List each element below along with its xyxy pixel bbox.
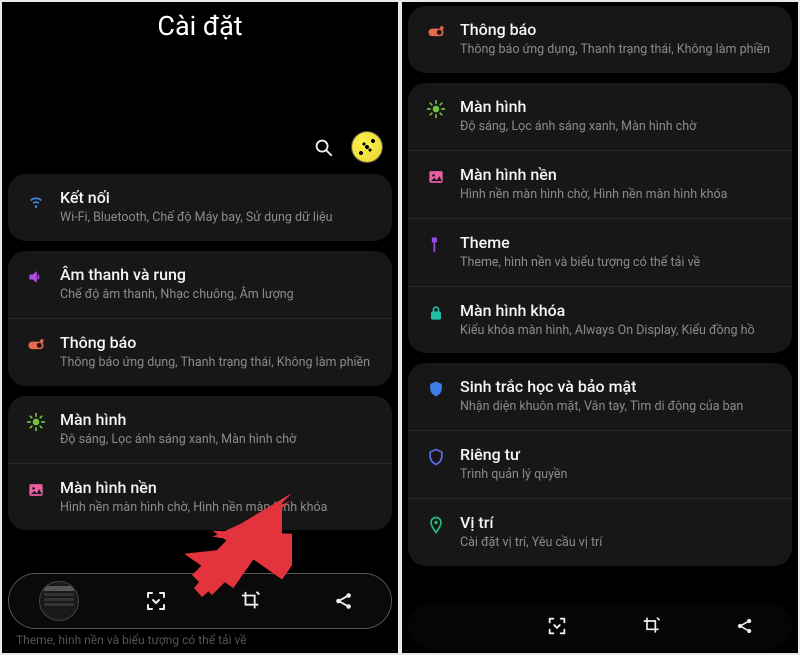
speaker-icon bbox=[22, 267, 50, 287]
toggle-icon bbox=[22, 335, 50, 355]
item-subtitle: Độ sáng, Lọc ánh sáng xanh, Màn hình chờ bbox=[60, 432, 376, 449]
brush-icon bbox=[422, 235, 450, 255]
wifi-icon bbox=[22, 190, 50, 210]
search-button[interactable] bbox=[312, 136, 334, 158]
item-subtitle: Hình nền màn hình chờ, Hình nền màn hình… bbox=[460, 187, 776, 204]
image-icon bbox=[422, 167, 450, 187]
settings-screen-left: Cài đặt Kết nối Wi-Fi, Bluetooth, Chế độ … bbox=[2, 2, 398, 653]
settings-group: Kết nối Wi-Fi, Bluetooth, Chế độ Máy bay,… bbox=[8, 174, 392, 241]
settings-item-notifications[interactable]: Thông báo Thông báo ứng dụng, Thanh trạng… bbox=[8, 319, 392, 386]
crop-button[interactable] bbox=[234, 584, 268, 618]
item-title: Màn hình nền bbox=[460, 165, 776, 184]
settings-item-display[interactable]: Màn hình Độ sáng, Lọc ánh sáng xanh, Màn … bbox=[408, 83, 792, 151]
item-title: Sinh trắc học và bảo mật bbox=[460, 377, 776, 396]
item-subtitle: Wi-Fi, Bluetooth, Chế độ Máy bay, Sử dụn… bbox=[60, 210, 376, 227]
screenshot-toolbar bbox=[408, 603, 792, 649]
shield-icon bbox=[422, 379, 450, 399]
item-subtitle: Kiểu khóa màn hình, Always On Display, K… bbox=[460, 323, 776, 340]
settings-item-theme[interactable]: Theme Theme, hình nền và biểu tượng có th… bbox=[408, 219, 792, 287]
lock-icon bbox=[422, 303, 450, 323]
settings-item-biometrics[interactable]: Sinh trắc học và bảo mật Nhận diện khuôn … bbox=[408, 363, 792, 431]
settings-item-sound[interactable]: Âm thanh và rung Chế độ âm thanh, Nhạc ch… bbox=[8, 251, 392, 319]
scroll-capture-button[interactable] bbox=[138, 583, 174, 619]
item-subtitle: Độ sáng, Lọc ánh sáng xanh, Màn hình chờ bbox=[460, 119, 776, 136]
settings-item-display[interactable]: Màn hình Độ sáng, Lọc ánh sáng xanh, Màn … bbox=[8, 396, 392, 464]
settings-group: Sinh trắc học và bảo mật Nhận diện khuôn … bbox=[408, 363, 792, 566]
screenshot-toolbar bbox=[8, 573, 392, 629]
header-actions bbox=[2, 132, 398, 162]
item-subtitle: Nhận diện khuôn mặt, Vân tay, Tìm di độn… bbox=[460, 399, 776, 416]
partial-row-text: Theme, hình nền và biểu tượng có thể tải… bbox=[16, 633, 384, 647]
item-subtitle: Chế độ âm thanh, Nhạc chuông, Âm lượng bbox=[60, 287, 376, 304]
share-button[interactable] bbox=[729, 610, 761, 642]
settings-group: Thông báo Thông báo ứng dụng, Thanh trạng… bbox=[408, 6, 792, 73]
item-subtitle: Thông báo ứng dụng, Thanh trạng thái, Kh… bbox=[460, 42, 776, 59]
account-avatar[interactable] bbox=[352, 132, 382, 162]
item-title: Vị trí bbox=[460, 513, 776, 532]
item-subtitle: Hình nền màn hình chờ, Hình nền màn hình… bbox=[60, 500, 376, 517]
share-button[interactable] bbox=[327, 584, 361, 618]
settings-group: Màn hình Độ sáng, Lọc ánh sáng xanh, Màn … bbox=[408, 83, 792, 354]
item-title: Màn hình khóa bbox=[460, 301, 776, 320]
settings-item-lockscreen[interactable]: Màn hình khóa Kiểu khóa màn hình, Always … bbox=[408, 287, 792, 354]
settings-screen-right: Thông báo Thông báo ứng dụng, Thanh trạng… bbox=[402, 2, 798, 653]
item-subtitle: Cài đặt vị trí, Yêu cầu vị trí bbox=[460, 535, 776, 552]
settings-item-notifications[interactable]: Thông báo Thông báo ứng dụng, Thanh trạng… bbox=[408, 6, 792, 73]
item-title: Kết nối bbox=[60, 188, 376, 207]
item-subtitle: Thông báo ứng dụng, Thanh trạng thái, Kh… bbox=[60, 355, 376, 372]
toggle-icon bbox=[422, 22, 450, 42]
screenshot-thumbnail[interactable] bbox=[39, 581, 79, 621]
item-title: Màn hình bbox=[60, 410, 376, 429]
item-title: Theme bbox=[460, 233, 776, 252]
brightness-icon bbox=[22, 412, 50, 432]
settings-item-privacy[interactable]: Riêng tư Trình quản lý quyền bbox=[408, 431, 792, 499]
item-title: Âm thanh và rung bbox=[60, 265, 376, 284]
pin-icon bbox=[422, 515, 450, 535]
item-title: Thông báo bbox=[460, 20, 776, 39]
item-title: Màn hình nền bbox=[60, 478, 376, 497]
scroll-capture-button[interactable] bbox=[540, 609, 574, 643]
page-title: Cài đặt bbox=[2, 2, 398, 42]
settings-item-location[interactable]: Vị trí Cài đặt vị trí, Yêu cầu vị trí bbox=[408, 499, 792, 566]
settings-item-connections[interactable]: Kết nối Wi-Fi, Bluetooth, Chế độ Máy bay,… bbox=[8, 174, 392, 241]
shield-outline-icon bbox=[422, 447, 450, 467]
brightness-icon bbox=[422, 99, 450, 119]
settings-item-wallpaper[interactable]: Màn hình nền Hình nền màn hình chờ, Hình … bbox=[408, 151, 792, 219]
settings-group: Âm thanh và rung Chế độ âm thanh, Nhạc ch… bbox=[8, 251, 392, 386]
image-icon bbox=[22, 480, 50, 500]
settings-group: Màn hình Độ sáng, Lọc ánh sáng xanh, Màn … bbox=[8, 396, 392, 531]
settings-item-wallpaper[interactable]: Màn hình nền Hình nền màn hình chờ, Hình … bbox=[8, 464, 392, 531]
crop-button[interactable] bbox=[636, 610, 668, 642]
item-title: Màn hình bbox=[460, 97, 776, 116]
item-subtitle: Trình quản lý quyền bbox=[460, 467, 776, 484]
item-subtitle: Theme, hình nền và biểu tượng có thể tải… bbox=[460, 255, 776, 272]
item-title: Thông báo bbox=[60, 333, 376, 352]
item-title: Riêng tư bbox=[460, 445, 776, 464]
